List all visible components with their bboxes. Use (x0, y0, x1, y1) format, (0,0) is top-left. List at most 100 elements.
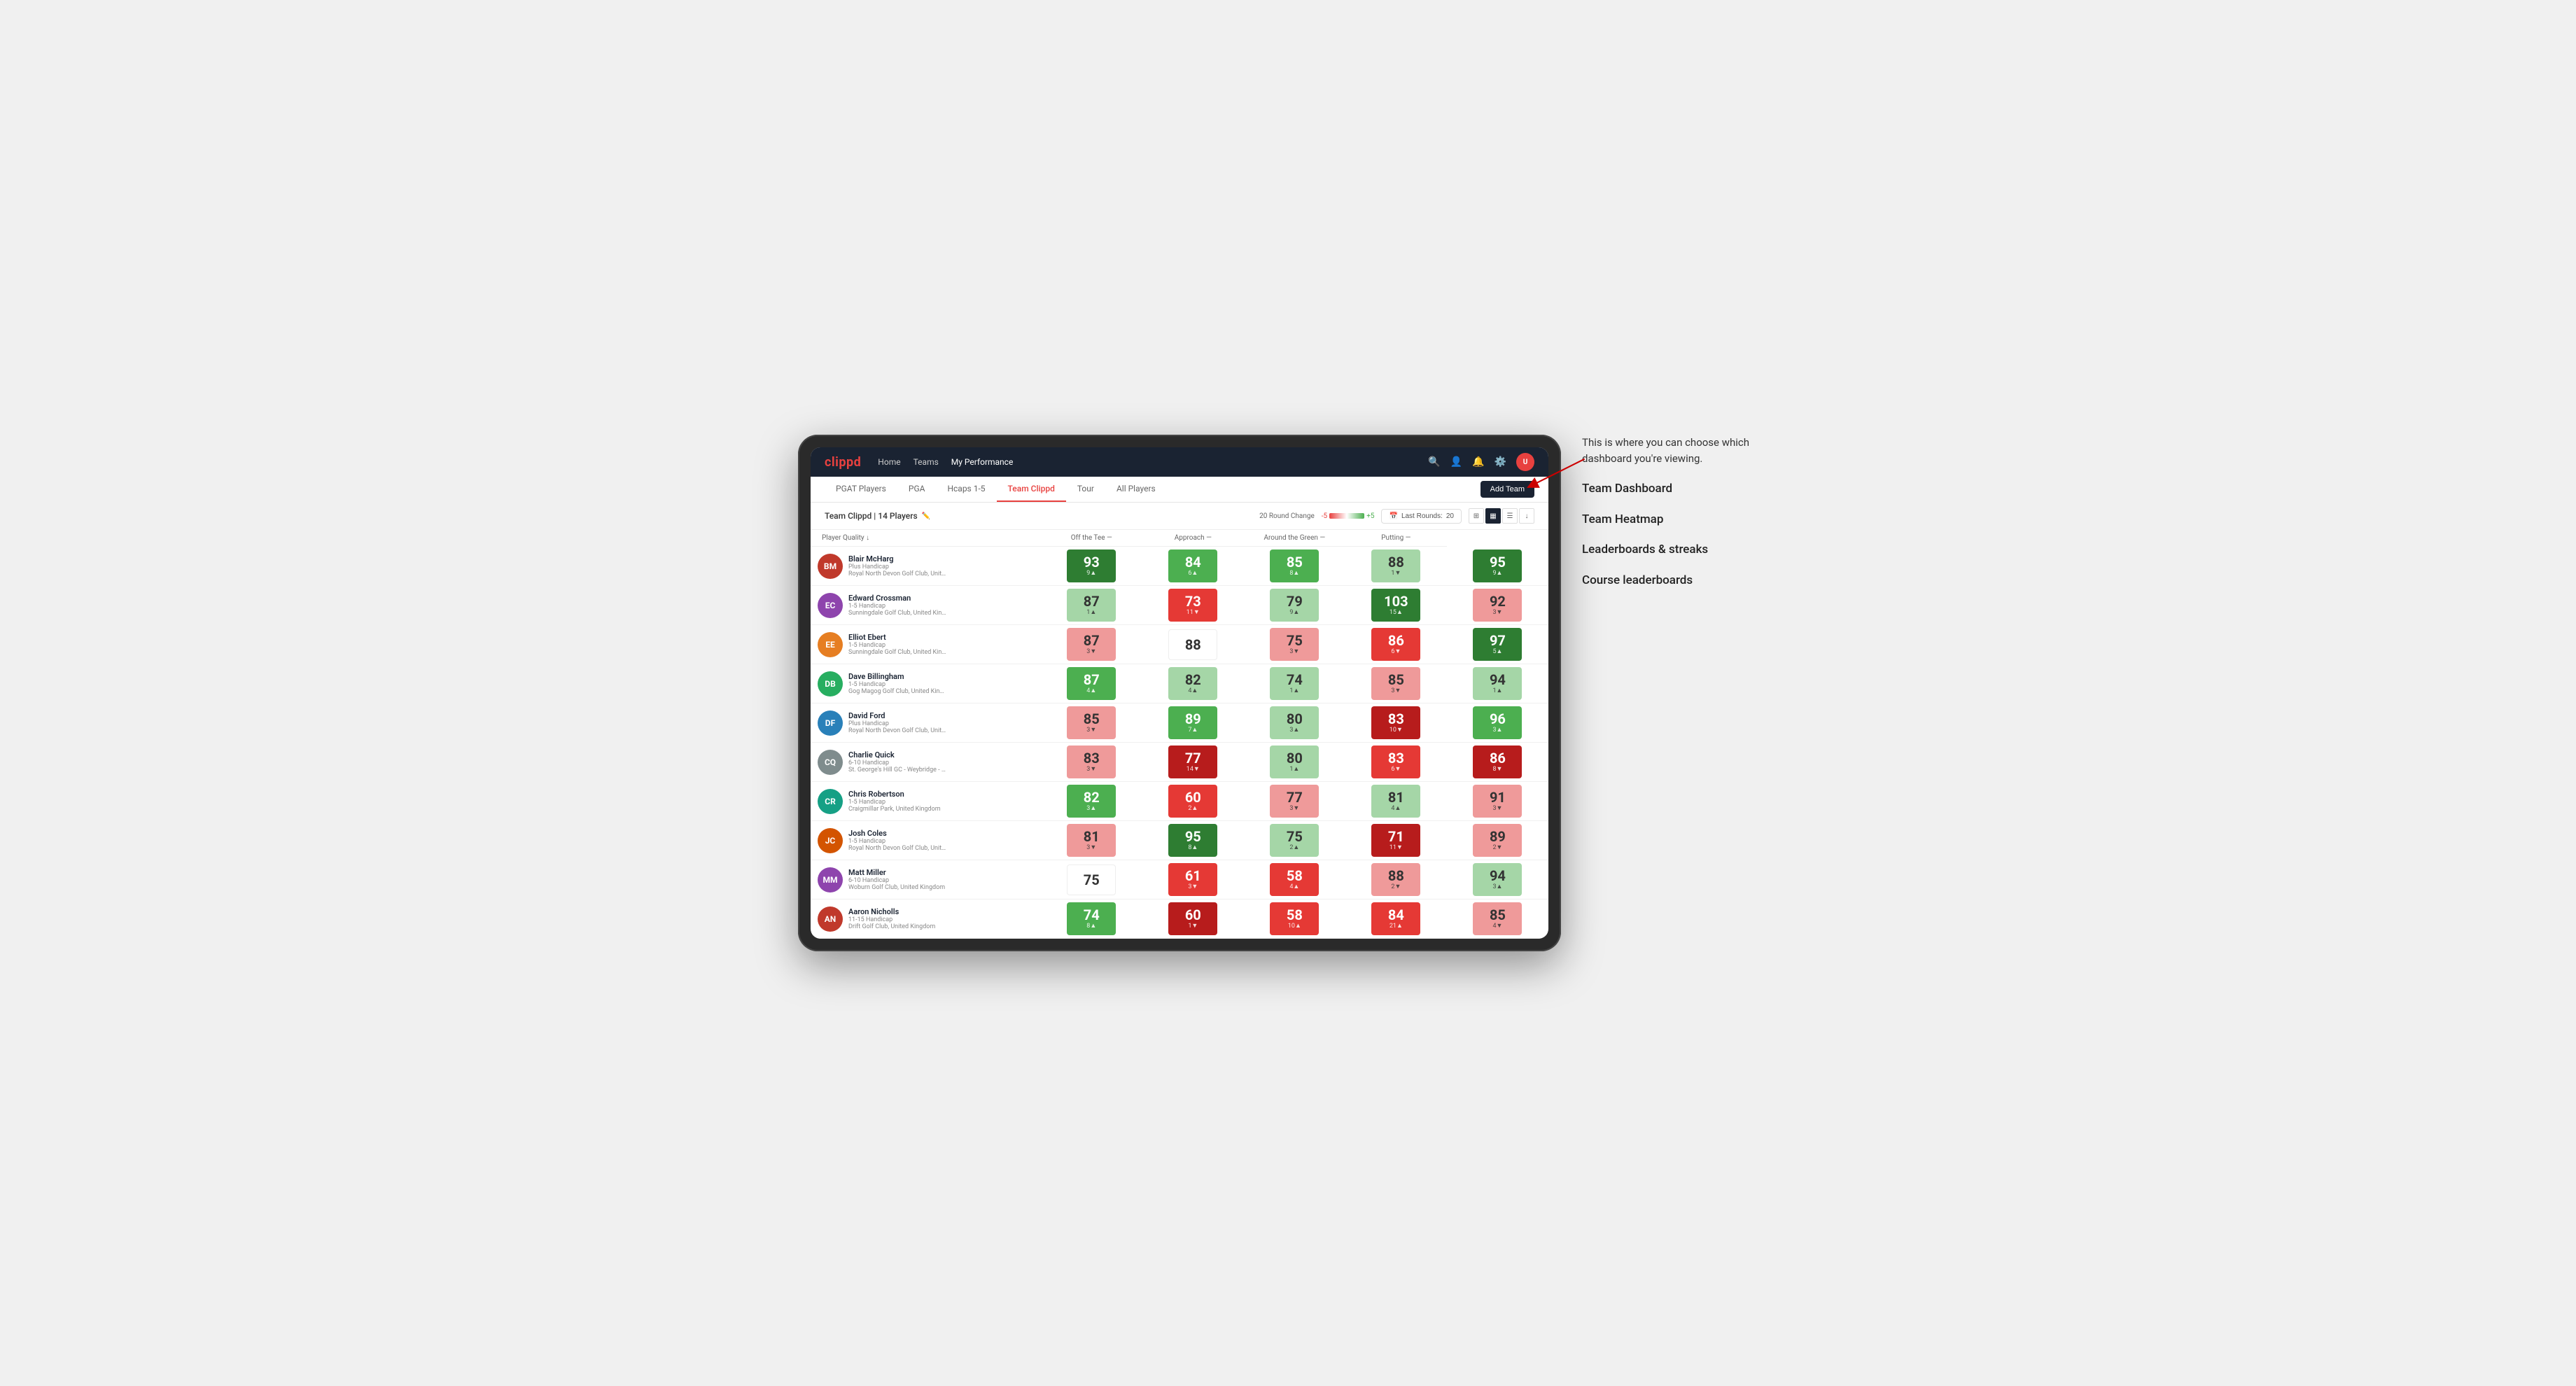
score-box: 87 4▲ (1067, 667, 1116, 700)
score-number: 79 (1287, 594, 1303, 608)
player-details: Aaron Nicholls 11-15 Handicap Drift Golf… (848, 907, 935, 930)
player-club: Woburn Golf Club, United Kingdom (848, 884, 945, 891)
bell-icon[interactable]: 🔔 (1472, 456, 1484, 468)
score-number: 82 (1084, 790, 1100, 804)
score-cell-putting: 85 4▼ (1447, 899, 1548, 939)
player-name[interactable]: Matt Miller (848, 868, 945, 877)
score-cell-putting: 91 3▼ (1447, 782, 1548, 821)
score-number: 92 (1490, 594, 1506, 608)
player-name[interactable]: David Ford (848, 711, 946, 720)
table-row[interactable]: MM Matt Miller 6-10 Handicap Woburn Golf… (811, 860, 1548, 899)
score-number: 83 (1388, 712, 1404, 726)
settings-icon[interactable]: ⚙️ (1494, 456, 1506, 468)
logo[interactable]: clippd (825, 455, 861, 470)
score-cell-tee: 61 3▼ (1142, 860, 1244, 899)
user-icon[interactable]: 👤 (1450, 456, 1462, 468)
download-button[interactable]: ↓ (1519, 508, 1534, 524)
table-row[interactable]: DB Dave Billingham 1-5 Handicap Gog Mago… (811, 664, 1548, 704)
score-number: 87 (1084, 634, 1100, 648)
header-tee[interactable]: Off the Tee — (1041, 530, 1142, 547)
annotation-panel: This is where you can choose which dashb… (1582, 435, 1778, 602)
table-row[interactable]: BM Blair McHarg Plus Handicap Royal Nort… (811, 547, 1548, 586)
table-row[interactable]: DF David Ford Plus Handicap Royal North … (811, 704, 1548, 743)
score-change: 8▲ (1188, 844, 1198, 851)
edit-icon[interactable]: ✏️ (922, 512, 930, 520)
score-number: 94 (1490, 869, 1506, 883)
score-cell-putting: 94 1▲ (1447, 664, 1548, 704)
score-number: 85 (1287, 555, 1303, 569)
player-details: Chris Robertson 1-5 Handicap Craigmillar… (848, 790, 941, 813)
tab-all-players[interactable]: All Players (1105, 477, 1167, 502)
nav-my-performance[interactable]: My Performance (951, 457, 1014, 467)
score-change: 10▼ (1390, 726, 1403, 734)
player-details: Josh Coles 1-5 Handicap Royal North Devo… (848, 829, 946, 852)
nav-teams[interactable]: Teams (913, 457, 939, 467)
score-change: 1▲ (1289, 687, 1299, 694)
score-change: 2▲ (1289, 844, 1299, 851)
table-header: Player Quality ↓ Off the Tee — Approach … (811, 530, 1548, 547)
tablet-screen: clippd Home Teams My Performance 🔍 👤 🔔 ⚙… (811, 447, 1548, 939)
player-name[interactable]: Edward Crossman (848, 594, 946, 603)
tab-pgat[interactable]: PGAT Players (825, 477, 897, 502)
score-number: 94 (1490, 673, 1506, 687)
score-box: 75 (1067, 864, 1116, 895)
score-cell-green: 86 6▼ (1345, 625, 1447, 664)
score-number: 60 (1185, 790, 1201, 804)
table-row[interactable]: EC Edward Crossman 1-5 Handicap Sunningd… (811, 586, 1548, 625)
search-icon[interactable]: 🔍 (1428, 456, 1440, 468)
table-row[interactable]: AN Aaron Nicholls 11-15 Handicap Drift G… (811, 899, 1548, 939)
header-approach[interactable]: Approach — (1142, 530, 1244, 547)
score-change: 1▲ (1492, 687, 1502, 694)
score-cell-approach: 79 9▲ (1244, 586, 1345, 625)
score-change: 11▼ (1186, 608, 1200, 616)
score-change: 8▲ (1086, 922, 1096, 930)
score-number: 85 (1490, 908, 1506, 922)
header-putting[interactable]: Putting — (1345, 530, 1447, 547)
grid-view-button[interactable]: ⊞ (1469, 508, 1484, 524)
score-cell-green: 81 4▲ (1345, 782, 1447, 821)
score-change: 6▼ (1391, 765, 1401, 773)
score-number: 82 (1185, 673, 1201, 687)
table-row[interactable]: JC Josh Coles 1-5 Handicap Royal North D… (811, 821, 1548, 860)
player-avatar: DF (818, 710, 843, 736)
header-player[interactable]: Player Quality ↓ (811, 530, 1041, 547)
player-name[interactable]: Dave Billingham (848, 672, 946, 681)
tab-pga[interactable]: PGA (897, 477, 937, 502)
score-cell-green: 83 10▼ (1345, 704, 1447, 743)
score-cell-putting: 95 9▲ (1447, 547, 1548, 586)
score-box: 88 (1168, 629, 1217, 660)
score-number: 58 (1287, 908, 1303, 922)
table-row[interactable]: CR Chris Robertson 1-5 Handicap Craigmil… (811, 782, 1548, 821)
round-change-label: 20 Round Change (1259, 512, 1315, 520)
approach-header-label: Approach — (1175, 534, 1212, 542)
heatmap-view-button[interactable]: ▦ (1485, 508, 1501, 524)
player-name[interactable]: Blair McHarg (848, 554, 946, 564)
score-box: 85 4▼ (1473, 902, 1522, 935)
player-handicap: 1-5 Handicap (848, 681, 946, 688)
player-name[interactable]: Aaron Nicholls (848, 907, 935, 916)
tab-team-clippd[interactable]: Team Clippd (997, 477, 1066, 502)
player-avatar: CQ (818, 750, 843, 775)
player-handicap: Plus Handicap (848, 564, 946, 570)
score-change: 3▼ (1086, 765, 1096, 773)
last-rounds-button[interactable]: 📅 Last Rounds: 20 (1381, 509, 1462, 524)
score-cell-green: 88 2▼ (1345, 860, 1447, 899)
tab-tour[interactable]: Tour (1066, 477, 1105, 502)
header-green[interactable]: Around the Green — (1244, 530, 1345, 547)
score-change: 3▼ (1492, 608, 1502, 616)
score-cell-green: 71 11▼ (1345, 821, 1447, 860)
table-row[interactable]: EE Elliot Ebert 1-5 Handicap Sunningdale… (811, 625, 1548, 664)
player-name[interactable]: Chris Robertson (848, 790, 941, 799)
score-box: 58 10▲ (1270, 902, 1319, 935)
score-change: 3▲ (1289, 726, 1299, 734)
tab-hcaps[interactable]: Hcaps 1-5 (936, 477, 996, 502)
score-number: 95 (1490, 555, 1506, 569)
nav-home[interactable]: Home (878, 457, 900, 467)
list-view-button[interactable]: ☰ (1502, 508, 1518, 524)
score-cell-approach: 74 1▲ (1244, 664, 1345, 704)
player-name[interactable]: Elliot Ebert (848, 633, 946, 642)
player-name[interactable]: Charlie Quick (848, 750, 946, 760)
player-name[interactable]: Josh Coles (848, 829, 946, 838)
table-row[interactable]: CQ Charlie Quick 6-10 Handicap St. Georg… (811, 743, 1548, 782)
score-box: 80 3▲ (1270, 706, 1319, 739)
